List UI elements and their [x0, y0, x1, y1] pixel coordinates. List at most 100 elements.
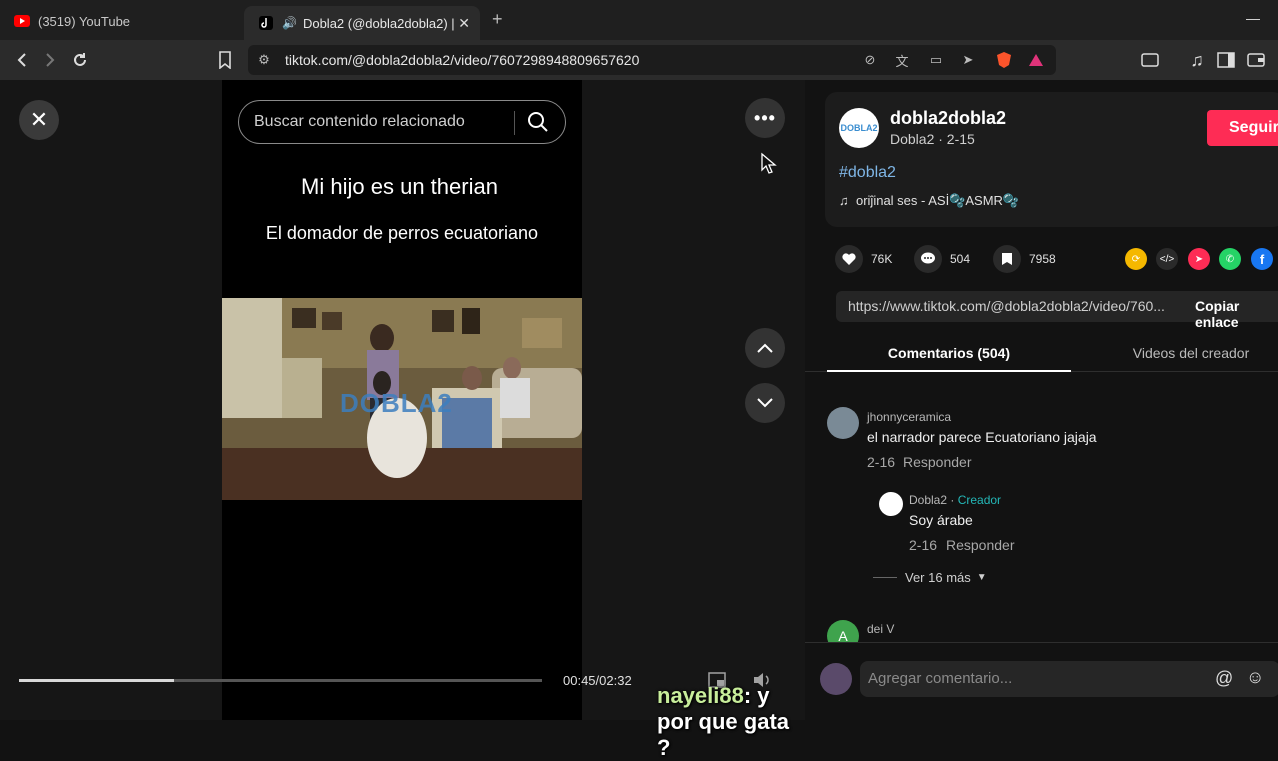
reply-author[interactable]: Dobla2 · Creador — [909, 493, 1001, 507]
heart-icon — [835, 245, 863, 273]
bookmark-icon — [993, 245, 1021, 273]
brave-shield-icon[interactable] — [994, 50, 1014, 70]
progress-bar[interactable] — [19, 679, 542, 682]
comment-tabs: Comentarios (504) Videos del creador — [805, 338, 1278, 372]
back-button[interactable] — [10, 48, 34, 72]
close-tab-icon[interactable]: ✕ — [458, 15, 470, 32]
search-input[interactable]: Buscar contenido relacionado — [254, 113, 465, 131]
sidebar-icon[interactable] — [1214, 48, 1238, 72]
facebook-icon[interactable]: f — [1251, 248, 1273, 270]
repost-icon[interactable]: ⟳ — [1125, 248, 1147, 270]
more-options-button[interactable]: ••• — [745, 98, 785, 138]
video-frame[interactable]: DOBLA2 — [222, 298, 582, 500]
comment-avatar[interactable] — [827, 407, 859, 439]
send-icon[interactable]: ➤ — [958, 50, 978, 70]
related-search[interactable]: Buscar contenido relacionado — [238, 100, 566, 144]
forward-button[interactable] — [38, 48, 62, 72]
browser-tab-bar: (3519) YouTube 🔊 Dobla2 (@dobla2dobla2) … — [0, 0, 1278, 40]
browser-nav-bar: ⚙ tiktok.com/@dobla2dobla2/video/7607298… — [0, 40, 1278, 80]
address-bar[interactable]: ⚙ tiktok.com/@dobla2dobla2/video/7607298… — [248, 45, 1056, 75]
extensions-icon[interactable] — [1138, 48, 1162, 72]
mention-icon[interactable]: @ — [1215, 668, 1233, 689]
embed-icon[interactable]: </> — [1156, 248, 1178, 270]
reply-button[interactable]: Responder — [903, 454, 972, 470]
chat-username: nayeli88 — [657, 683, 744, 708]
hashtag-link[interactable]: #dobla2 — [839, 164, 896, 182]
tab-title: (3519) YouTube — [38, 13, 131, 29]
divider-line — [873, 577, 897, 578]
video-area: ✕ Buscar contenido relacionado ••• Mi hi… — [0, 80, 805, 760]
comment-icon — [914, 245, 942, 273]
tab-creator-videos[interactable]: Videos del creador — [1105, 338, 1277, 372]
translate-icon[interactable]: 文 — [892, 50, 912, 70]
tab-title: Dobla2 (@dobla2dobla2) | — [302, 15, 455, 31]
follow-button[interactable]: Seguir — [1207, 110, 1278, 146]
save-count: 7958 — [1029, 252, 1056, 266]
wallet-icon[interactable] — [1244, 48, 1268, 72]
page-content: ✕ Buscar contenido relacionado ••• Mi hi… — [0, 80, 1278, 760]
bookmark-icon[interactable] — [213, 48, 237, 72]
creator-info-card: DOBLA2 dobla2dobla2 Dobla2 · 2-15 Seguir… — [825, 92, 1278, 227]
mouse-cursor-icon — [761, 152, 777, 174]
whatsapp-icon[interactable]: ✆ — [1219, 248, 1241, 270]
emoji-icon[interactable]: ☺ — [1246, 667, 1264, 688]
video-subtitle: El domador de perros ecuatoriano — [265, 223, 539, 243]
like-count: 76K — [871, 252, 893, 266]
send-to-friends-icon[interactable]: ➤ — [1188, 248, 1210, 270]
youtube-icon — [14, 13, 30, 29]
new-tab-button[interactable]: + — [492, 9, 503, 30]
tab-youtube[interactable]: (3519) YouTube — [0, 6, 240, 36]
view-more-replies[interactable]: Ver 16 más ▼ — [873, 570, 987, 585]
audio-icon[interactable]: 🔊 — [282, 16, 297, 30]
music-note-icon: ♫ — [839, 193, 856, 208]
comment-input[interactable]: Agregar comentario... @ ☺ — [860, 661, 1278, 697]
comment-username[interactable]: jhonnyceramica — [867, 410, 951, 424]
search-icon[interactable] — [527, 111, 551, 135]
search-divider — [514, 111, 515, 135]
comment-composer: Agregar comentario... @ ☺ — [805, 642, 1278, 720]
comment-stat[interactable]: 504 — [914, 245, 970, 273]
tab-tiktok[interactable]: 🔊 Dobla2 (@dobla2dobla2) | ✕ — [244, 6, 480, 40]
chevron-down-icon: ▼ — [976, 572, 987, 583]
close-video-button[interactable]: ✕ — [19, 100, 59, 140]
reload-button[interactable] — [68, 48, 92, 72]
rewards-icon[interactable] — [1026, 50, 1046, 70]
music-title: oriĵinal ses - ASİ🫧ASMR🫧 — [855, 193, 1020, 208]
share-link-bar: https://www.tiktok.com/@dobla2dobla2/vid… — [836, 291, 1278, 330]
cast-icon[interactable]: ▭ — [926, 50, 946, 70]
time-display: 00:45/02:32 — [563, 673, 632, 688]
share-link-text[interactable]: https://www.tiktok.com/@dobla2dobla2/vid… — [848, 298, 1178, 314]
stream-chat-overlay: nayeli88: y por que gata ? — [657, 683, 805, 761]
reply-username: Dobla2 — [909, 493, 948, 507]
url-text: tiktok.com/@dobla2dobla2/video/760729894… — [285, 52, 640, 68]
creator-subline: Dobla2 · 2-15 — [890, 131, 975, 147]
media-icon[interactable]: ♫ — [1185, 48, 1209, 72]
tab-comments[interactable]: Comentarios (504) — [827, 338, 1071, 372]
music-row[interactable]: ♫ oriĵinal ses - ASİ🫧ASMR🫧 — [839, 193, 1019, 209]
watermark: DOBLA2 — [340, 388, 453, 418]
reply-avatar[interactable] — [879, 492, 903, 516]
creator-badge: Creador — [957, 493, 1002, 507]
user-avatar[interactable] — [820, 663, 852, 695]
comment-count: 504 — [950, 252, 971, 266]
reply-reply-button[interactable]: Responder — [946, 537, 1015, 553]
creator-avatar[interactable]: DOBLA2 — [839, 108, 879, 148]
minimize-button[interactable]: — — [1246, 10, 1260, 26]
comment-text: el narrador parece Ecuatoriano jajaja — [867, 429, 1097, 445]
save-stat[interactable]: 7958 — [993, 245, 1056, 273]
tracking-off-icon[interactable]: ⊘ — [860, 50, 880, 70]
previous-video-button[interactable] — [745, 328, 785, 368]
comment-username[interactable]: dei V — [867, 622, 894, 636]
tiktok-icon — [258, 15, 274, 31]
copy-link-button[interactable]: Copiar enlace — [1195, 298, 1278, 330]
comments-panel: DOBLA2 dobla2dobla2 Dobla2 · 2-15 Seguir… — [805, 80, 1278, 720]
creator-username[interactable]: dobla2dobla2 — [890, 108, 1006, 129]
reply-text: Soy árabe — [909, 512, 973, 528]
video-title: Mi hijo es un therian — [301, 174, 498, 199]
next-video-button[interactable] — [745, 383, 785, 423]
comment-date: 2-16 — [867, 454, 896, 470]
site-settings-icon[interactable]: ⚙ — [254, 50, 274, 70]
like-stat[interactable]: 76K — [835, 245, 892, 273]
progress-fill — [19, 679, 174, 682]
reply-date: 2-16 — [909, 537, 938, 553]
